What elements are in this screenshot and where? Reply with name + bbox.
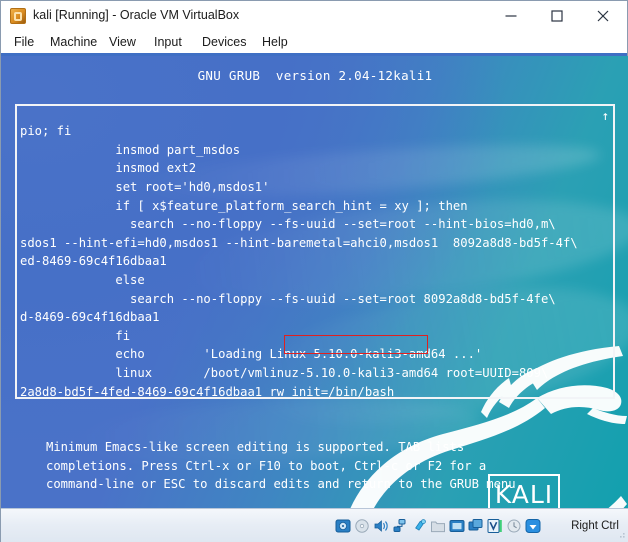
window-title: kali [Running] - Oracle VM VirtualBox [33, 8, 239, 22]
host-key-label: Right Ctrl [571, 520, 619, 532]
network-icon[interactable] [392, 518, 408, 534]
window-titlebar: kali [Running] - Oracle VM VirtualBox [1, 1, 627, 31]
virtualbox-icon [10, 8, 26, 24]
hard-disk-icon[interactable] [335, 518, 351, 534]
host-key-icon[interactable] [525, 518, 541, 534]
menu-machine[interactable]: Machine [45, 34, 102, 53]
statusbar: Right Ctrl [1, 508, 628, 542]
recording-icon[interactable] [468, 518, 484, 534]
virtualbox-window: kali [Running] - Oracle VM VirtualBox Fi… [0, 0, 628, 542]
menubar: File Machine View Input Devices Help [1, 31, 627, 54]
minimize-icon [505, 9, 518, 22]
menu-devices[interactable]: Devices [197, 34, 251, 53]
menu-file[interactable]: File [9, 34, 39, 53]
menu-input[interactable]: Input [149, 34, 187, 53]
menu-help[interactable]: Help [257, 34, 293, 53]
grub-edit-box[interactable]: pio; fi insmod part_msdos insmod ext2 se… [15, 104, 615, 399]
grub-edit-box-inner: pio; fi insmod part_msdos insmod ext2 se… [17, 106, 613, 397]
display-icon[interactable] [449, 518, 465, 534]
close-button[interactable] [580, 1, 626, 30]
grub-help-text: Minimum Emacs-like screen editing is sup… [46, 438, 523, 494]
usb-icon[interactable] [411, 518, 427, 534]
scroll-up-indicator-icon: ↑ [601, 108, 609, 124]
optical-disk-icon[interactable] [354, 518, 370, 534]
vm-features-icon[interactable] [487, 518, 503, 534]
grub-command-text[interactable]: pio; fi insmod part_msdos insmod ext2 se… [20, 122, 578, 397]
grub-header-title: GNU GRUB version 2.04-12kali1 [1, 68, 628, 83]
maximize-icon [551, 9, 564, 22]
maximize-button[interactable] [534, 1, 580, 30]
mouse-integration-icon[interactable] [506, 518, 522, 534]
guest-screen[interactable]: KALI BY OFFENSIVE SECURITY GNU GRUB vers… [1, 56, 628, 508]
menu-view[interactable]: View [104, 34, 141, 53]
shared-folders-icon[interactable] [430, 518, 446, 534]
minimize-button[interactable] [488, 1, 534, 30]
resize-grip-icon[interactable] [616, 529, 626, 539]
audio-icon[interactable] [373, 518, 389, 534]
close-icon [597, 9, 610, 22]
statusbar-icon-group [335, 517, 541, 535]
